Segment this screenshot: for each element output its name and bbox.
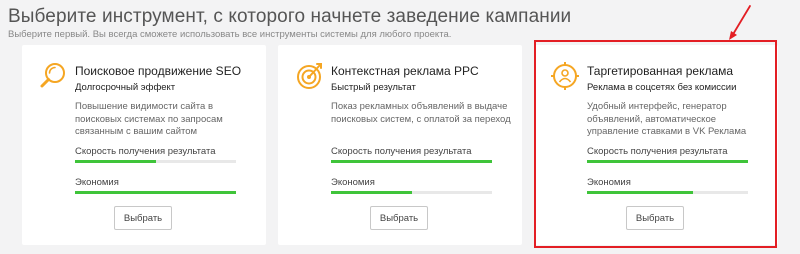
economy-bar [331,191,492,194]
card-title: Контекстная реклама PPC [331,64,479,78]
card-tagline: Долгосрочный эффект [75,82,176,93]
campaign-tool-selection: Выберите инструмент, с которого начнете … [0,0,800,254]
speed-bar-fill [331,160,492,163]
tool-card-ppc[interactable]: Контекстная реклама PPC Быстрый результа… [278,45,522,245]
tool-card-seo[interactable]: Поисковое продвижение SEO Долгосрочный э… [22,45,266,245]
economy-label: Экономия [75,177,119,188]
magnifier-icon [40,63,65,88]
speed-bar-fill [75,160,156,163]
economy-bar [75,191,236,194]
card-tagline: Быстрый результат [331,82,416,93]
speed-label: Скорость получения результата [331,146,472,157]
page-title: Выберите инструмент, с которого начнете … [8,6,572,27]
choose-ppc-button[interactable]: Выбрать [370,206,428,230]
card-description: Повышение видимости сайта в поисковых си… [75,101,223,137]
economy-bar-fill [75,191,236,194]
economy-label: Экономия [331,177,375,188]
annotation-arrow-icon [729,5,751,40]
economy-bar-fill [331,191,412,194]
speed-bar [75,160,236,163]
card-title: Поисковое продвижение SEO [75,64,242,78]
card-description: Показ рекламных объявлений в выдаче поис… [331,101,511,125]
speed-label: Скорость получения результата [75,146,216,157]
choose-seo-button[interactable]: Выбрать [114,206,172,230]
speed-bar [331,160,492,163]
page-subtitle: Выберите первый. Вы всегда сможете испол… [8,29,452,40]
target-icon [297,63,322,89]
annotation-highlight-box [534,40,777,248]
